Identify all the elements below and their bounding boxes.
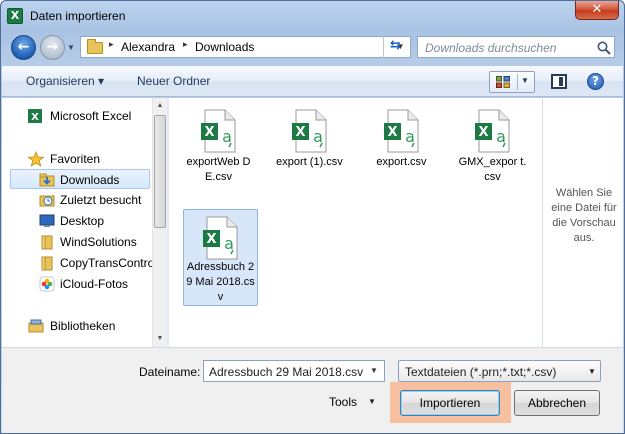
filename-input[interactable]: Adressbuch 29 Mai 2018.csv xyxy=(203,360,385,382)
import-button[interactable]: Importieren xyxy=(400,390,500,416)
breadcrumb-alexandra[interactable]: Alexandra xyxy=(121,40,175,54)
file-item-export-1[interactable]: X a export (1).csv xyxy=(273,103,348,195)
svg-text:X: X xyxy=(478,125,488,140)
navigation-pane: X Microsoft Excel Favoriten Downloads Zu… xyxy=(2,98,157,347)
svg-text:X: X xyxy=(31,112,39,123)
filename-label: Dateiname: xyxy=(139,365,201,379)
csv-file-icon: X a xyxy=(475,109,510,153)
view-tiles-icon xyxy=(496,76,510,88)
arrow-left-icon: ← xyxy=(17,39,30,55)
libraries-icon xyxy=(28,319,44,333)
title-bar[interactable]: X Daten importieren ✕ xyxy=(1,1,624,31)
scrollbar-thumb[interactable] xyxy=(154,115,166,228)
scroll-up-button[interactable]: ▲ xyxy=(153,98,167,113)
change-view-button[interactable]: ▼ xyxy=(489,71,535,93)
chevron-down-icon[interactable]: ▼ xyxy=(368,397,376,406)
file-list: X a exportWeb DE.csv X a export (1).csv xyxy=(169,98,542,347)
folder-icon xyxy=(87,39,103,54)
csv-file-icon: X a xyxy=(292,109,327,153)
recent-places-icon xyxy=(39,195,55,207)
csv-file-icon: X a xyxy=(384,109,419,153)
nav-item-label: WindSolutions xyxy=(60,235,137,249)
file-item-exportwebde[interactable]: X a exportWeb DE.csv xyxy=(182,103,257,195)
nav-item-desktop[interactable]: Desktop xyxy=(10,211,150,231)
new-folder-button[interactable]: Neuer Ordner xyxy=(137,74,210,88)
preview-pane-toggle-icon[interactable] xyxy=(551,74,567,89)
svg-text:X: X xyxy=(295,125,305,140)
excel-icon: X xyxy=(28,109,42,123)
cancel-button[interactable]: Abbrechen xyxy=(514,390,600,416)
scroll-down-button[interactable]: ▼ xyxy=(153,331,167,346)
view-options-dropdown[interactable]: ▼ xyxy=(521,76,529,85)
file-item-export[interactable]: X a export.csv xyxy=(365,103,440,195)
refresh-icon: ⇆ xyxy=(390,38,401,53)
nav-item-icloud-fotos[interactable]: iCloud-Fotos xyxy=(10,274,150,294)
forward-button[interactable]: → xyxy=(40,35,65,60)
search-input[interactable]: Downloads durchsuchen xyxy=(417,36,615,58)
excel-app-icon: X xyxy=(7,8,23,24)
file-item-gmx-export[interactable]: X a GMX_expor t.csv xyxy=(456,103,531,195)
file-name: GMX_expor t.csv xyxy=(458,156,527,183)
nav-item-label: CopyTransControl xyxy=(60,256,157,270)
file-name: exportWeb DE.csv xyxy=(186,156,251,183)
nav-item-label: Downloads xyxy=(60,173,120,187)
breadcrumb-downloads[interactable]: Downloads xyxy=(195,40,254,54)
file-name: export (1).csv xyxy=(276,156,343,168)
csv-file-icon: X a xyxy=(201,109,236,153)
recent-locations-dropdown[interactable]: ▼ xyxy=(66,43,76,53)
svg-text:X: X xyxy=(204,125,214,140)
nav-item-label: Favoriten xyxy=(50,152,101,166)
nav-item-label: Desktop xyxy=(60,214,105,228)
import-dialog: X Daten importieren ✕ ← → ▼ ▸ Alexandra … xyxy=(0,0,625,434)
address-bar[interactable]: ▸ Alexandra ▸ Downloads ▼ xyxy=(80,36,411,58)
filename-dropdown-button[interactable]: ▼ xyxy=(370,366,378,375)
search-placeholder: Downloads durchsuchen xyxy=(425,41,557,55)
folder-icon xyxy=(41,235,53,250)
file-item-adressbuch[interactable]: X a Adressbuch 29 Mai 2018.csv xyxy=(183,209,258,306)
navigation-scrollbar[interactable]: ▲ ▼ xyxy=(152,98,167,347)
file-type-select[interactable]: Textdateien (*.prn;*.txt;*.csv) xyxy=(398,360,601,382)
nav-item-label: Zuletzt besucht xyxy=(60,193,142,207)
preview-message: Wählen Sie eine Datei für die Vorschau a… xyxy=(551,187,617,244)
tools-menu-button[interactable]: Tools xyxy=(329,395,357,409)
star-icon xyxy=(28,151,44,167)
nav-item-downloads[interactable]: Downloads xyxy=(10,169,150,189)
nav-item-label: Bibliotheken xyxy=(50,319,116,333)
arrow-right-icon: → xyxy=(46,39,59,55)
help-button[interactable]: ? xyxy=(587,73,604,90)
csv-file-icon: X a xyxy=(203,216,238,260)
nav-item-bibliotheken[interactable]: Bibliotheken xyxy=(10,316,150,336)
file-name: export.csv xyxy=(376,156,427,168)
svg-text:X: X xyxy=(387,125,397,140)
close-button[interactable]: ✕ xyxy=(575,1,619,20)
refresh-button[interactable]: ⇆ xyxy=(383,36,407,58)
back-button[interactable]: ← xyxy=(11,35,36,60)
nav-item-zuletzt-besucht[interactable]: Zuletzt besucht xyxy=(10,190,150,210)
command-bar: Organisieren ▾ Neuer Ordner ▼ ? xyxy=(2,65,623,97)
file-name: Adressbuch 29 Mai 2018.csv xyxy=(186,261,255,303)
search-icon[interactable] xyxy=(596,40,612,56)
breadcrumb-separator[interactable]: ▸ xyxy=(109,40,114,50)
icloud-photos-icon xyxy=(39,276,55,292)
preview-pane: Wählen Sie eine Datei für die Vorschau a… xyxy=(542,98,623,347)
nav-item-microsoft-excel[interactable]: X Microsoft Excel xyxy=(10,106,150,126)
nav-item-favoriten[interactable]: Favoriten xyxy=(10,149,150,169)
nav-item-label: Microsoft Excel xyxy=(50,109,132,123)
nav-item-windsolutions[interactable]: WindSolutions xyxy=(10,232,150,252)
breadcrumb-separator[interactable]: ▸ xyxy=(183,40,188,50)
downloads-folder-icon xyxy=(39,173,55,187)
window-title: Daten importieren xyxy=(30,9,126,23)
svg-text:X: X xyxy=(206,232,216,247)
chevron-down-icon[interactable]: ▼ xyxy=(588,367,596,376)
organize-menu-button[interactable]: Organisieren ▾ xyxy=(26,74,104,88)
nav-item-label: iCloud-Fotos xyxy=(60,277,129,291)
desktop-icon xyxy=(39,214,55,227)
nav-item-copytranscontrol[interactable]: CopyTransControl xyxy=(10,253,157,273)
folder-icon xyxy=(41,256,53,271)
